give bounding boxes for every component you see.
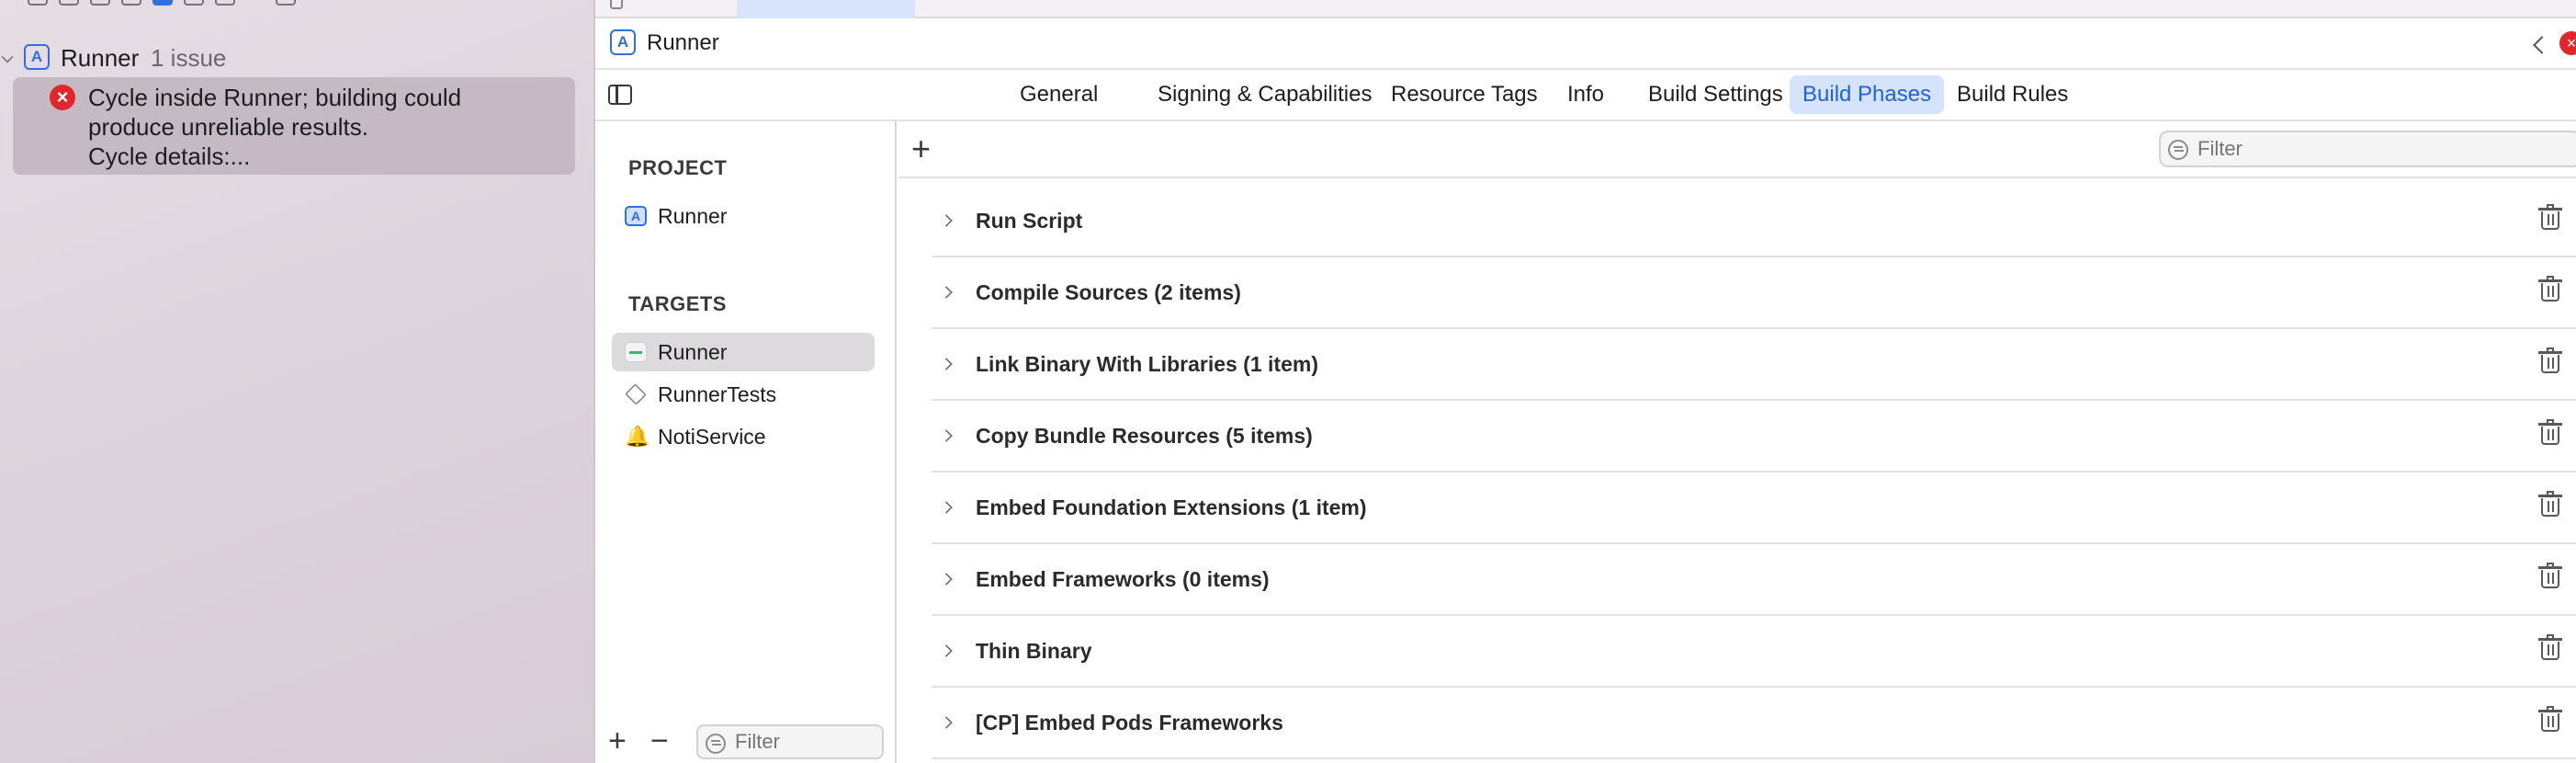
add-build-phase-button[interactable]: + [911, 132, 931, 165]
project-editor: A Runner × General Signing & Capabilitie… [595, 0, 2576, 763]
chevron-right-icon[interactable] [940, 429, 953, 442]
target-label: Runner [658, 340, 728, 364]
issue-group-runner[interactable]: A Runner 1 issue [0, 40, 588, 74]
app-project-icon: A [625, 206, 647, 226]
trash-icon[interactable] [2538, 419, 2562, 445]
settings-tab-bar: General Signing & Capabilities Resource … [595, 70, 2576, 121]
build-phase-row[interactable]: Compile Sources (2 items) [932, 257, 2576, 329]
build-phase-row[interactable]: Run Script [932, 186, 2576, 257]
jump-bar: A Runner × [595, 18, 2576, 70]
targets-sidebar: PROJECT A Runner TARGETS Runner RunnerTe… [595, 121, 897, 763]
phases-filter-input[interactable] [2198, 136, 2547, 162]
trash-icon[interactable] [2538, 276, 2562, 302]
target-item-runnertests[interactable]: RunnerTests [612, 375, 875, 414]
build-phase-label: Link Binary With Libraries (1 item) [976, 352, 1318, 376]
trash-icon[interactable] [2538, 347, 2562, 373]
trash-icon[interactable] [2538, 204, 2562, 230]
error-icon: × [50, 85, 75, 110]
build-phase-label: Embed Frameworks (0 items) [976, 567, 1270, 591]
chevron-right-icon[interactable] [940, 716, 953, 729]
build-phase-row[interactable]: Copy Bundle Resources (5 items) [932, 401, 2576, 473]
issue-line-1: Cycle inside Runner; building could [88, 84, 462, 111]
tab-build-settings[interactable]: Build Settings [1635, 75, 1796, 114]
chevron-down-icon[interactable] [1, 51, 14, 63]
trash-icon[interactable] [2538, 634, 2562, 660]
source-control-icon[interactable] [59, 0, 79, 6]
target-item-notiservice[interactable]: 🔔 NotiService [612, 417, 875, 456]
chevron-right-icon[interactable] [940, 644, 953, 657]
project-item-label: Runner [658, 204, 728, 228]
targets-filter-input[interactable] [735, 730, 873, 754]
folder-icon[interactable] [28, 0, 48, 6]
tab-general[interactable]: General [1007, 75, 1111, 114]
editor-tab-strip [595, 0, 2576, 18]
report-icon[interactable] [276, 0, 296, 6]
tab-info[interactable]: Info [1554, 75, 1617, 114]
issue-item[interactable]: × Cycle inside Runner; building could pr… [13, 77, 575, 175]
debug-icon[interactable] [215, 0, 235, 6]
issue-message: Cycle inside Runner; building could prod… [88, 83, 566, 171]
build-phase-row[interactable]: [CP] Embed Pods Frameworks [932, 688, 2576, 759]
trash-icon[interactable] [2538, 563, 2562, 588]
project-section-header: PROJECT [628, 156, 728, 179]
chevron-right-icon[interactable] [940, 358, 953, 370]
close-icon[interactable]: × [2559, 31, 2576, 55]
tab-signing-capabilities[interactable]: Signing & Capabilities [1145, 75, 1384, 114]
grid-icon[interactable] [610, 0, 623, 9]
chevron-left-icon[interactable] [2533, 36, 2551, 54]
phases-filter-field[interactable] [2159, 131, 2576, 167]
build-phase-label: Run Script [976, 209, 1083, 233]
filter-icon [706, 734, 726, 754]
project-item-runner[interactable]: A Runner [612, 197, 875, 235]
tests-icon [625, 383, 647, 405]
build-phase-row[interactable]: Embed Frameworks (0 items) [932, 544, 2576, 616]
targets-section-header: TARGETS [628, 292, 727, 315]
trash-icon[interactable] [2538, 491, 2562, 517]
issue-count: 1 issue [151, 44, 227, 72]
find-icon[interactable] [121, 0, 141, 6]
trash-icon[interactable] [2538, 706, 2562, 732]
targets-bottom-bar: + − [595, 717, 895, 763]
sidebar-toggle-icon[interactable] [608, 85, 632, 105]
build-phase-label: Thin Binary [976, 639, 1092, 663]
chevron-right-icon[interactable] [940, 214, 953, 227]
build-phase-row[interactable]: Thin Binary [932, 616, 2576, 688]
filter-icon [2168, 140, 2188, 160]
chevron-right-icon[interactable] [940, 573, 953, 586]
build-phase-label: Copy Bundle Resources (5 items) [976, 424, 1313, 448]
issue-line-3: Cycle details:... [88, 142, 251, 170]
build-phase-label: Compile Sources (2 items) [976, 280, 1241, 304]
active-editor-tab[interactable] [737, 0, 915, 18]
issue-navigator-icon[interactable] [153, 0, 173, 6]
tab-resource-tags[interactable]: Resource Tags [1378, 75, 1551, 114]
issue-group-title: Runner [61, 44, 140, 72]
build-phase-row[interactable]: Link Binary With Libraries (1 item) [932, 329, 2576, 401]
chevron-right-icon[interactable] [940, 501, 953, 514]
bookmark-icon[interactable] [90, 0, 110, 6]
target-label: RunnerTests [658, 382, 777, 406]
add-target-button[interactable]: + [608, 725, 627, 757]
jump-bar-title[interactable]: Runner [647, 30, 719, 56]
target-item-runner[interactable]: Runner [612, 333, 875, 371]
test-icon[interactable] [184, 0, 204, 6]
app-project-icon[interactable]: A [610, 29, 636, 55]
build-phase-label: Embed Foundation Extensions (1 item) [976, 495, 1367, 519]
navigator-toolbar [0, 0, 595, 13]
remove-target-button[interactable]: − [650, 725, 669, 757]
targets-filter-field[interactable] [696, 724, 884, 759]
tab-build-rules[interactable]: Build Rules [1944, 75, 2081, 114]
flutter-app-icon [625, 342, 647, 362]
build-phases-toolbar: + [898, 121, 2576, 178]
target-label: NotiService [658, 425, 766, 449]
tab-build-phases[interactable]: Build Phases [1790, 75, 1945, 114]
build-phases-panel: + Run Script Compile Sources (2 items) L… [898, 121, 2576, 763]
build-phase-label: [CP] Embed Pods Frameworks [976, 711, 1283, 735]
notification-bell-icon: 🔔 [625, 425, 650, 448]
issue-navigator: A Runner 1 issue × Cycle inside Runner; … [0, 0, 595, 763]
build-phase-row[interactable]: Embed Foundation Extensions (1 item) [932, 473, 2576, 544]
app-project-icon: A [24, 44, 50, 70]
chevron-right-icon[interactable] [940, 286, 953, 299]
issue-line-2: produce unreliable results. [88, 113, 368, 141]
